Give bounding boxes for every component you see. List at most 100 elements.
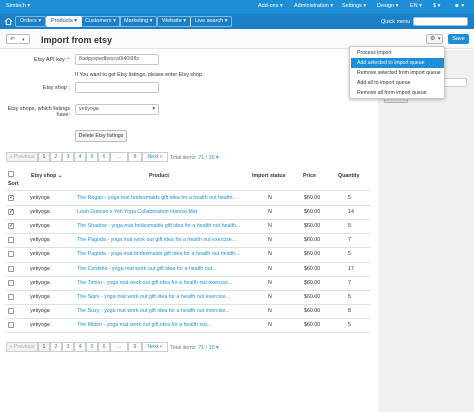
row-checkbox[interactable]: [8, 237, 14, 244]
col-etsy-shop[interactable]: Etsy shop ⌄: [31, 173, 62, 179]
sort-indicator-icon: ⌄: [57, 173, 63, 179]
nav-products[interactable]: Products ▾: [46, 16, 83, 27]
row-import-status: N: [268, 195, 272, 201]
pagination-page[interactable]: 1: [38, 342, 50, 352]
nav-customers[interactable]: Customers ▾: [80, 16, 121, 27]
items-per-page[interactable]: 10 ▾: [209, 155, 219, 161]
quick-menu-link[interactable]: Quick menu: [381, 19, 410, 25]
save-button[interactable]: Save: [448, 34, 469, 44]
etsy-shop-help: If You want to get Etsy listings, please…: [75, 72, 202, 78]
row-product-link[interactable]: The Shadow - yoga mat bridesmaids gift i…: [77, 223, 240, 229]
actions-dropdown: Process import Add selected to import qu…: [349, 46, 445, 99]
dd-add-all[interactable]: Add all to import queue: [351, 78, 444, 88]
nav-website[interactable]: Website ▾: [157, 16, 192, 27]
items-per-page[interactable]: 10 ▾: [209, 345, 219, 351]
row-product-link[interactable]: The Suzy - yoga mat work out gift idea f…: [77, 308, 230, 314]
api-key-input[interactable]: 8adpyspedbvuca0t40i98z: [75, 54, 159, 65]
row-product-link[interactable]: The Siani - yoga mat work out gift idea …: [77, 294, 230, 300]
page-title: Import from etsy: [41, 35, 113, 45]
menu-currency[interactable]: $ ▾: [433, 3, 440, 9]
menu-administration-label: Administration: [294, 3, 329, 9]
row-price: $60.00: [304, 279, 321, 286]
col-quantity[interactable]: Quantity: [338, 173, 359, 179]
menu-settings[interactable]: Settings ▾: [342, 3, 366, 9]
pagination-prev[interactable]: « Previous: [6, 152, 38, 162]
row-checkbox[interactable]: ✓: [8, 209, 14, 216]
pagination-page[interactable]: 3: [62, 342, 74, 352]
col-sort[interactable]: Sort: [8, 181, 19, 187]
row-etsy-shop: yetiyoga: [30, 279, 50, 286]
pagination-page[interactable]: 8: [128, 152, 142, 162]
nav-live-search[interactable]: Live search ▾: [190, 16, 233, 27]
row-checkbox[interactable]: [8, 265, 14, 272]
chevron-down-icon[interactable]: ▾: [22, 37, 25, 43]
pagination-page[interactable]: 4: [74, 342, 86, 352]
row-product-link[interactable]: The Pagoda - yoga mat bridesmaids gift i…: [77, 251, 240, 257]
pagination-next[interactable]: Next »: [142, 342, 168, 352]
pagination-ellipsis: ...: [110, 152, 128, 162]
menu-design[interactable]: Design ▾: [377, 3, 398, 9]
user-icon[interactable]: ☻ ▾: [454, 3, 464, 9]
nav-website-label: Website: [162, 18, 182, 24]
pagination-page[interactable]: 6: [98, 152, 110, 162]
row-checkbox[interactable]: [8, 293, 14, 300]
home-icon[interactable]: [4, 17, 13, 26]
col-price[interactable]: Price: [303, 173, 316, 179]
row-product-link[interactable]: The Pagoda - yoga mat work out gift idea…: [77, 237, 236, 243]
quick-search-input[interactable]: [413, 17, 468, 26]
pagination-page[interactable]: 6: [98, 342, 110, 352]
dd-process-import[interactable]: Process import: [351, 48, 444, 58]
pagination-prev[interactable]: « Previous: [6, 342, 38, 352]
row-checkbox[interactable]: [8, 321, 14, 328]
row-price: $60.00: [304, 293, 321, 300]
nav-orders[interactable]: Orders ▾: [15, 16, 47, 27]
delete-etsy-listings-button[interactable]: Delete Etsy listings: [75, 130, 127, 142]
row-import-status: N: [268, 293, 272, 300]
row-divider: [6, 332, 371, 333]
row-checkbox[interactable]: ✓: [8, 195, 14, 201]
row-checkbox[interactable]: [8, 307, 14, 314]
pagination-page[interactable]: 2: [50, 342, 62, 352]
col-product[interactable]: Product: [149, 173, 169, 179]
pagination-page[interactable]: 1: [38, 152, 50, 162]
menu-addons[interactable]: Add-ons ▾: [258, 3, 283, 9]
gear-button[interactable]: ⚙ ▾: [426, 34, 443, 44]
col-import-status[interactable]: Import status: [252, 173, 286, 179]
arrow-left-icon[interactable]: ↶: [10, 36, 15, 43]
back-button-group[interactable]: ↶ ▾: [6, 34, 30, 44]
row-checkbox[interactable]: [8, 251, 14, 258]
pagination-page[interactable]: 8: [128, 342, 142, 352]
row-product-link[interactable]: Leah Duncan x Yeti Yoga Collaboration Ha…: [77, 209, 197, 215]
pagination-page[interactable]: 2: [50, 152, 62, 162]
row-import-status: N: [268, 265, 272, 272]
dd-add-selected[interactable]: Add selected to import queue: [351, 58, 444, 68]
row-import-status: N: [268, 237, 272, 244]
pagination-page[interactable]: 5: [86, 152, 98, 162]
chevron-down-icon: ▾: [152, 106, 155, 112]
row-etsy-shop: yetiyoga: [30, 265, 50, 272]
top-bar: Simtech ▾ Add-ons ▾ Administration ▾ Set…: [0, 0, 474, 14]
pagination-page[interactable]: 5: [86, 342, 98, 352]
store-selector[interactable]: Simtech ▾: [6, 3, 30, 9]
select-all-checkbox[interactable]: [8, 171, 14, 177]
row-product-link[interactable]: The Midori - yoga mat work out gift idea…: [77, 322, 211, 328]
dd-remove-all[interactable]: Remove all from import queue: [351, 88, 444, 98]
row-checkbox[interactable]: [8, 279, 14, 286]
row-checkbox[interactable]: ✓: [8, 223, 14, 230]
menu-language[interactable]: EN ▾: [410, 3, 422, 9]
nav-marketing[interactable]: Marketing ▾: [119, 16, 158, 27]
row-import-status: N: [268, 251, 272, 258]
pagination-page[interactable]: 3: [62, 152, 74, 162]
row-product-link[interactable]: The Cordelia - yoga mat work out gift id…: [77, 266, 217, 272]
dd-remove-selected[interactable]: Remove selected from import queue: [351, 68, 444, 78]
pagination-page[interactable]: 4: [74, 152, 86, 162]
row-import-status: N: [268, 279, 272, 286]
pagination-next[interactable]: Next »: [142, 152, 168, 162]
row-product-link[interactable]: The Timon - yoga mat work out gift idea …: [77, 280, 232, 286]
row-divider: [6, 261, 371, 263]
etsy-shop-input[interactable]: [75, 82, 159, 93]
row-etsy-shop: yetiyoga: [30, 237, 50, 244]
etsy-shops-select[interactable]: yetiyoga ▾: [75, 104, 159, 115]
row-product-link[interactable]: The Regan - yoga mat bridesmaids gift id…: [77, 195, 237, 201]
menu-administration[interactable]: Administration ▾: [294, 3, 333, 9]
